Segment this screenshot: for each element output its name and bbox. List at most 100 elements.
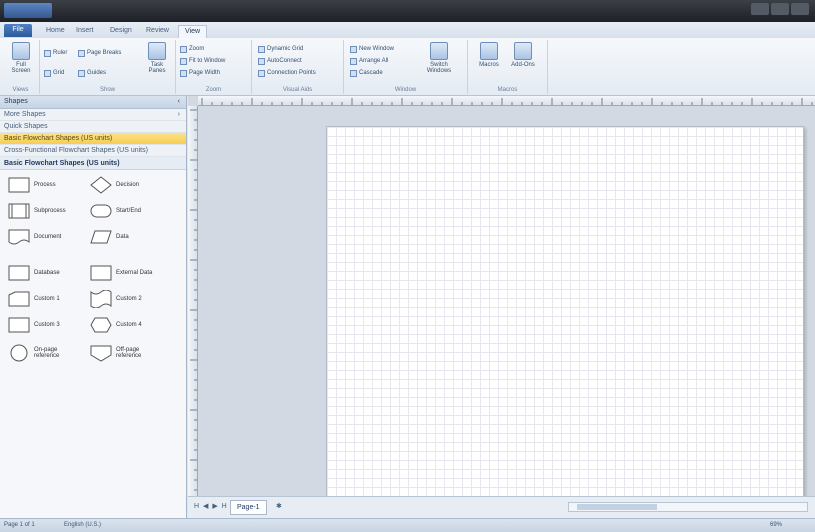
quick-access-toolbar[interactable] — [4, 3, 52, 18]
shape-custom-1[interactable]: Custom 1 — [8, 288, 60, 310]
ruler-ticks-icon — [201, 98, 813, 105]
checkbox-icon — [258, 69, 265, 77]
tab-design[interactable]: Design — [104, 25, 138, 38]
checkbox-icon — [258, 57, 265, 65]
status-zoom-level[interactable]: 69% — [770, 522, 782, 528]
checkbox-icon — [78, 49, 85, 57]
shape-label: Decision — [116, 182, 140, 188]
status-page-number[interactable]: Page 1 of 1 — [4, 522, 35, 528]
stencil-quick-shapes[interactable]: Quick Shapes — [0, 121, 186, 133]
ribbon-tabs: File Home Insert Design Review View — [0, 22, 815, 38]
maximize-button[interactable] — [771, 3, 789, 15]
more-shapes-menu[interactable]: More Shapes › — [0, 109, 186, 121]
shape-label: Custom 3 — [34, 322, 60, 328]
shape-label: Data — [116, 234, 129, 240]
tab-home[interactable]: Home — [40, 25, 71, 38]
ribbon-group-macros: Macros Add-Ons Macros — [468, 40, 548, 94]
ribbon-group-views: Full Screen Views — [2, 40, 40, 94]
fit-to-window-button[interactable]: Fit to Window — [180, 56, 225, 66]
shape-external-data[interactable]: External Data — [90, 262, 152, 284]
shape-label: On-page reference — [34, 347, 60, 359]
parallelogram-shape-icon — [90, 230, 112, 244]
rect-shape-icon — [90, 265, 112, 281]
shape-on-page-reference[interactable]: On-page reference — [8, 342, 82, 364]
tab-insert[interactable]: Insert — [70, 25, 100, 38]
shape-label: Custom 1 — [34, 296, 60, 302]
insert-page-icon[interactable]: ✱ — [276, 502, 282, 510]
ribbon-group-zoom: Zoom Fit to Window Page Width Zoom — [176, 40, 252, 94]
minimize-button[interactable] — [751, 3, 769, 15]
autoconnect-checkbox[interactable]: AutoConnect — [258, 56, 302, 66]
chevron-left-icon[interactable]: ‹ — [178, 98, 180, 105]
grid-checkbox[interactable]: Grid — [44, 68, 64, 78]
scrollbar-thumb[interactable] — [577, 504, 657, 510]
status-language[interactable]: English (U.S.) — [64, 522, 101, 528]
horizontal-scrollbar[interactable] — [568, 502, 808, 512]
ribbon-group-show: Ruler Page Breaks Grid Guides Task Panes… — [40, 40, 176, 94]
full-screen-button[interactable]: Full Screen — [6, 42, 36, 74]
shape-label: External Data — [116, 270, 153, 276]
shape-document[interactable]: Document — [8, 226, 61, 248]
shape-decision[interactable]: Decision — [90, 174, 139, 196]
custom2-shape-icon — [90, 290, 112, 308]
rect-shape-icon — [8, 177, 30, 193]
connection-points-checkbox[interactable]: Connection Points — [258, 68, 316, 78]
dynamic-grid-checkbox[interactable]: Dynamic Grid — [258, 44, 303, 54]
shape-off-page-reference[interactable]: Off-page reference — [90, 342, 164, 364]
shape-custom-3[interactable]: Custom 3 — [8, 314, 60, 336]
shape-custom-2[interactable]: Custom 2 — [90, 288, 142, 310]
shape-subprocess[interactable]: Subprocess — [8, 200, 66, 222]
offpage-shape-icon — [90, 345, 112, 362]
arrange-all-button[interactable]: Arrange All — [350, 56, 388, 66]
shape-label: Document — [34, 234, 62, 240]
window-controls — [751, 3, 809, 15]
horizontal-ruler — [198, 96, 815, 106]
shape-label: Start/End — [116, 208, 142, 214]
zoom-button[interactable]: Zoom — [180, 44, 204, 54]
page-breaks-checkbox[interactable]: Page Breaks — [78, 48, 121, 58]
shape-data[interactable]: Data — [90, 226, 129, 248]
shape-database[interactable]: Database — [8, 262, 60, 284]
shape-process[interactable]: Process — [8, 174, 56, 196]
new-window-button[interactable]: New Window — [350, 44, 394, 54]
task-panes-button[interactable]: Task Panes — [142, 42, 172, 74]
tab-review[interactable]: Review — [140, 25, 175, 38]
rect-shape-icon — [8, 317, 30, 333]
checkbox-icon — [44, 49, 51, 57]
macros-button[interactable]: Macros — [474, 42, 504, 68]
page-width-icon — [180, 69, 187, 77]
add-ons-icon — [514, 42, 532, 60]
ruler-checkbox[interactable]: Ruler — [44, 48, 67, 58]
cascade-icon — [350, 69, 357, 77]
guides-checkbox[interactable]: Guides — [78, 68, 106, 78]
diamond-shape-icon — [90, 176, 112, 194]
checkbox-icon — [78, 69, 85, 77]
stencil-title: Basic Flowchart Shapes (US units) — [0, 157, 186, 170]
page-tab-page-1[interactable]: Page-1 — [230, 500, 267, 515]
shape-start-end[interactable]: Start/End — [90, 200, 141, 222]
circle-shape-icon — [10, 344, 28, 362]
shape-label: Custom 2 — [116, 296, 142, 302]
custom1-shape-icon — [8, 291, 30, 307]
page-tab-bar: H ◀ ▶ H Page-1 ✱ — [188, 496, 815, 518]
add-ons-button[interactable]: Add-Ons — [508, 42, 538, 68]
tab-view[interactable]: View — [178, 25, 208, 38]
ribbon-group-window: New Window Arrange All Cascade Switch Wi… — [344, 40, 468, 94]
shape-custom-4[interactable]: Custom 4 — [90, 314, 142, 336]
status-bar: Page 1 of 1 English (U.S.) 69% — [0, 518, 815, 532]
page-width-button[interactable]: Page Width — [180, 68, 220, 78]
vertical-ruler — [188, 106, 198, 496]
drawing-page[interactable] — [326, 126, 804, 498]
page-navigation[interactable]: H ◀ ▶ H — [194, 502, 228, 510]
switch-windows-button[interactable]: Switch Windows — [424, 42, 454, 74]
shape-grid: Process Decision Subprocess Start/End Docume… — [0, 170, 186, 470]
stencil-basic-flowchart[interactable]: Basic Flowchart Shapes (US units) — [0, 133, 186, 145]
cascade-button[interactable]: Cascade — [350, 68, 383, 78]
ribbon-group-visual-aids: Dynamic Grid AutoConnect Connection Poin… — [252, 40, 344, 94]
close-button[interactable] — [791, 3, 809, 15]
stencil-cross-functional[interactable]: Cross-Functional Flowchart Shapes (US un… — [0, 145, 186, 157]
shape-label: Custom 4 — [116, 322, 142, 328]
switch-windows-icon — [430, 42, 448, 60]
tab-file[interactable]: File — [4, 24, 32, 37]
shape-label: Database — [34, 270, 60, 276]
